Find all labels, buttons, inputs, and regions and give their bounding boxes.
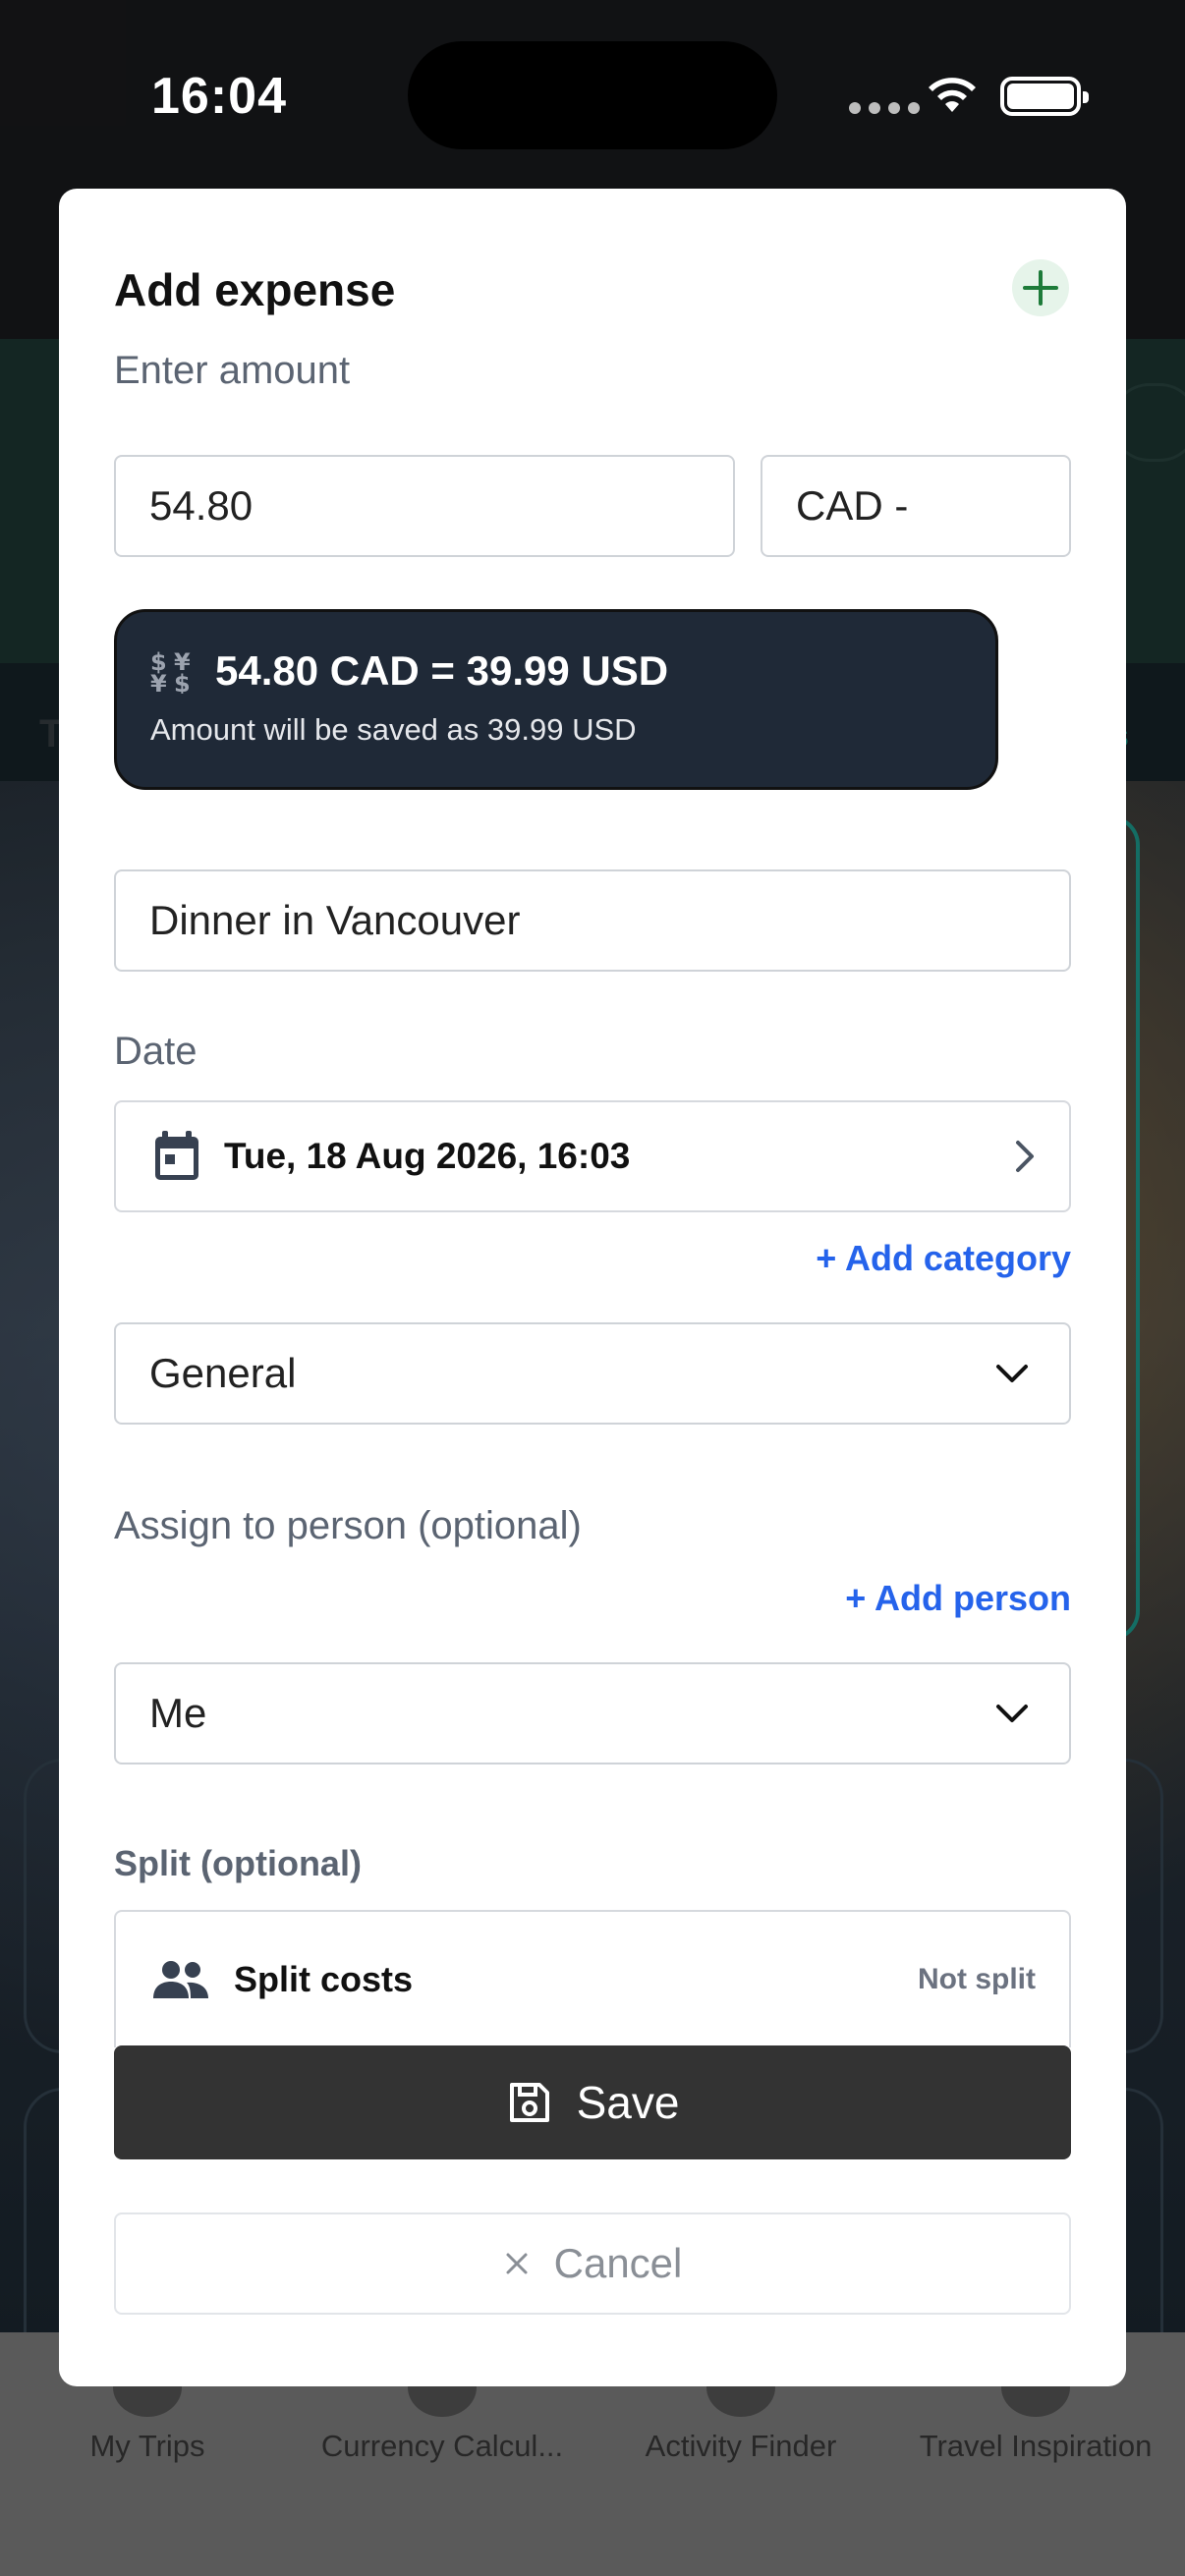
conversion-note: Amount will be saved as 39.99 USD xyxy=(150,712,637,747)
split-status: Not split xyxy=(918,1963,1036,1995)
category-value: General xyxy=(149,1350,297,1396)
close-icon xyxy=(506,2253,528,2274)
wifi-icon xyxy=(929,78,976,112)
floppy-disk-icon xyxy=(509,2083,549,2122)
split-label: Split (optional) xyxy=(114,1843,362,1883)
add-category-link[interactable]: + Add category xyxy=(550,1238,1071,1279)
amount-input-field[interactable] xyxy=(149,482,733,530)
add-button[interactable] xyxy=(1012,259,1069,316)
plus-icon xyxy=(1023,270,1058,306)
date-label: Date xyxy=(114,1030,198,1073)
date-picker[interactable]: Tue, 18 Aug 2026, 16:03 xyxy=(114,1100,1071,1212)
cancel-button[interactable]: Cancel xyxy=(114,2212,1071,2315)
conversion-text: 54.80 CAD = 39.99 USD xyxy=(215,647,669,694)
chevron-down-icon xyxy=(996,1705,1028,1722)
assign-person-label: Assign to person (optional) xyxy=(114,1504,582,1547)
svg-text:$: $ xyxy=(174,670,191,694)
date-value: Tue, 18 Aug 2026, 16:03 xyxy=(224,1136,631,1176)
split-costs-title: Split costs xyxy=(234,1959,414,1999)
amount-input[interactable] xyxy=(114,455,735,557)
person-select[interactable]: Me xyxy=(114,1662,1071,1764)
currency-value: CAD - xyxy=(796,482,909,529)
person-value: Me xyxy=(149,1690,207,1736)
battery-icon xyxy=(1000,77,1089,116)
description-input-field[interactable] xyxy=(149,897,1069,944)
cellular-signal-icon xyxy=(849,102,920,114)
modal-title: Add expense xyxy=(114,264,396,315)
conversion-info: $ ¥ ¥ $ 54.80 CAD = 39.99 USD Amount wil… xyxy=(114,609,998,790)
status-time: 16:04 xyxy=(151,68,287,125)
save-button-label: Save xyxy=(576,2077,680,2128)
chevron-right-icon xyxy=(1016,1141,1034,1172)
chevron-down-icon xyxy=(996,1365,1028,1382)
category-select[interactable]: General xyxy=(114,1322,1071,1425)
currency-exchange-icon: $ ¥ ¥ $ xyxy=(150,648,191,694)
dynamic-island xyxy=(408,41,777,149)
add-person-link[interactable]: + Add person xyxy=(550,1578,1071,1619)
currency-select[interactable]: CAD - xyxy=(761,455,1071,557)
people-icon xyxy=(153,1961,208,1998)
calendar-icon xyxy=(155,1131,198,1180)
description-input[interactable] xyxy=(114,869,1071,972)
amount-label: Enter amount xyxy=(114,349,351,392)
save-button[interactable]: Save xyxy=(114,2045,1071,2159)
add-expense-modal: Add expense Enter amount CAD - $ ¥ ¥ $ 5… xyxy=(59,189,1126,2386)
cancel-button-label: Cancel xyxy=(553,2240,683,2286)
svg-text:¥: ¥ xyxy=(150,670,167,694)
split-costs-row[interactable]: Split costs Not split xyxy=(114,1910,1071,2047)
